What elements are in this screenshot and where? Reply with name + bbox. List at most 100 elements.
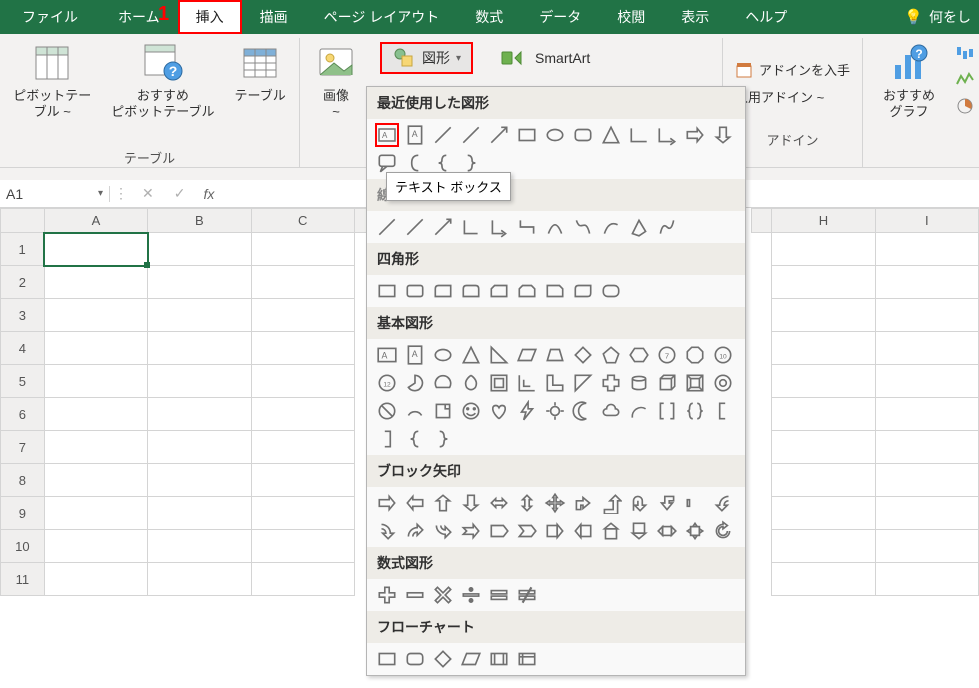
cell[interactable] xyxy=(251,299,354,332)
shape-rect1[interactable] xyxy=(375,279,399,303)
row-3[interactable]: 3 xyxy=(1,299,45,332)
cell[interactable] xyxy=(251,464,354,497)
shape-b-frame[interactable] xyxy=(487,371,511,395)
shape-b-vtextbox[interactable]: A xyxy=(403,343,427,367)
table-button[interactable]: テーブル xyxy=(227,38,294,104)
cell[interactable] xyxy=(148,266,251,299)
cell[interactable] xyxy=(875,497,978,530)
dropdown-dots-icon[interactable]: ⋮ xyxy=(114,185,128,202)
shape-b-no[interactable] xyxy=(375,399,399,423)
tab-formulas[interactable]: 数式 xyxy=(457,0,521,34)
shape-arrow-curve-u[interactable] xyxy=(403,519,427,543)
shape-arrow-bentup[interactable] xyxy=(599,491,623,515)
tab-draw[interactable]: 描画 xyxy=(242,0,306,34)
cell[interactable] xyxy=(875,398,978,431)
row-6[interactable]: 6 xyxy=(1,398,45,431)
shape-arrow-uturn[interactable] xyxy=(627,491,651,515)
shape-b-diag[interactable] xyxy=(571,371,595,395)
shape-line-b[interactable] xyxy=(403,215,427,239)
shape-elbow-arrow[interactable] xyxy=(655,123,679,147)
cell[interactable] xyxy=(875,431,978,464)
shape-arrow-call-l[interactable] xyxy=(571,519,595,543)
confirm-icon[interactable]: ✓ xyxy=(168,185,192,202)
shape-triangle[interactable] xyxy=(599,123,623,147)
shape-flow-dec[interactable] xyxy=(431,647,455,671)
cancel-icon[interactable]: ✕ xyxy=(136,185,160,202)
shape-b-rtri[interactable] xyxy=(487,343,511,367)
my-addins-button[interactable]: 人用アドイン ~ xyxy=(735,87,824,106)
cell[interactable] xyxy=(251,332,354,365)
shape-rect7[interactable] xyxy=(543,279,567,303)
shape-b-tri[interactable] xyxy=(459,343,483,367)
tab-review[interactable]: 校閲 xyxy=(599,0,663,34)
shape-b-rbrace[interactable] xyxy=(431,427,455,451)
tab-home[interactable]: ホーム xyxy=(100,0,178,34)
shape-b-cloud[interactable] xyxy=(599,399,623,423)
shape-right-arrow[interactable] xyxy=(683,123,707,147)
row-9[interactable]: 9 xyxy=(1,497,45,530)
col-A[interactable]: A xyxy=(44,209,147,233)
shape-b-fold[interactable] xyxy=(431,399,455,423)
fx-icon[interactable]: fx xyxy=(195,186,222,202)
cell[interactable] xyxy=(44,365,147,398)
shape-line-arrow[interactable] xyxy=(487,123,511,147)
shape-b-hept[interactable]: 7 xyxy=(655,343,679,367)
shape-line-a[interactable] xyxy=(375,215,399,239)
rec-charts-button[interactable]: ? おすすめ グラフ xyxy=(875,38,943,121)
shape-arrow-circ[interactable] xyxy=(711,519,735,543)
shape-free-b[interactable] xyxy=(655,215,679,239)
cell[interactable] xyxy=(772,299,875,332)
tell-me-area[interactable]: 💡 何をし xyxy=(904,0,979,34)
shape-b-pent[interactable] xyxy=(599,343,623,367)
cell[interactable] xyxy=(44,431,147,464)
shape-conn-a[interactable] xyxy=(459,215,483,239)
shape-arrow-strip[interactable] xyxy=(683,491,707,515)
shape-conn-c[interactable] xyxy=(515,215,539,239)
shape-oval[interactable] xyxy=(543,123,567,147)
shape-math-div[interactable] xyxy=(459,583,483,607)
cell[interactable] xyxy=(251,233,354,266)
shape-rect9[interactable] xyxy=(599,279,623,303)
cell[interactable] xyxy=(44,299,147,332)
shape-down-arrow[interactable] xyxy=(711,123,735,147)
rec-pivot-button[interactable]: ? おすすめ ピボットテーブル xyxy=(103,38,222,121)
tab-pagelayout[interactable]: ページ レイアウト xyxy=(306,0,458,34)
cell[interactable] xyxy=(148,464,251,497)
cell[interactable] xyxy=(772,233,875,266)
shape-curve-a[interactable] xyxy=(543,215,567,239)
cell[interactable] xyxy=(251,563,354,596)
shape-arrow-l[interactable] xyxy=(403,491,427,515)
shape-arrow-curve-r[interactable] xyxy=(375,519,399,543)
row-10[interactable]: 10 xyxy=(1,530,45,563)
cell[interactable] xyxy=(148,497,251,530)
shape-line-c[interactable] xyxy=(431,215,455,239)
shape-flow-int[interactable] xyxy=(515,647,539,671)
shape-b-l[interactable] xyxy=(543,371,567,395)
shape-b-oval[interactable] xyxy=(431,343,455,367)
shape-b-dia[interactable] xyxy=(571,343,595,367)
shape-b-dec[interactable]: 10 xyxy=(711,343,735,367)
shape-textbox[interactable]: A xyxy=(375,123,399,147)
cell[interactable] xyxy=(251,530,354,563)
shape-rect5[interactable] xyxy=(487,279,511,303)
tab-view[interactable]: 表示 xyxy=(663,0,727,34)
shape-rect8[interactable] xyxy=(571,279,595,303)
shape-arrow-curve-d[interactable] xyxy=(431,519,455,543)
col-C[interactable]: C xyxy=(251,209,354,233)
cell[interactable] xyxy=(44,233,147,266)
shape-b-bolt[interactable] xyxy=(515,399,539,423)
cell[interactable] xyxy=(875,233,978,266)
cell[interactable] xyxy=(44,398,147,431)
name-box[interactable]: A1 ▾ xyxy=(0,186,110,202)
cell[interactable] xyxy=(875,563,978,596)
tab-data[interactable]: データ xyxy=(521,0,599,34)
shape-arrow-d[interactable] xyxy=(459,491,483,515)
shape-b-chord[interactable] xyxy=(431,371,455,395)
shape-b-textbox[interactable]: A xyxy=(375,343,399,367)
shape-b-brack[interactable] xyxy=(655,399,679,423)
shape-math-minus[interactable] xyxy=(403,583,427,607)
shape-b-cube[interactable] xyxy=(655,371,679,395)
shape-b-plus[interactable] xyxy=(599,371,623,395)
cell[interactable] xyxy=(875,332,978,365)
shape-elbow[interactable] xyxy=(627,123,651,147)
